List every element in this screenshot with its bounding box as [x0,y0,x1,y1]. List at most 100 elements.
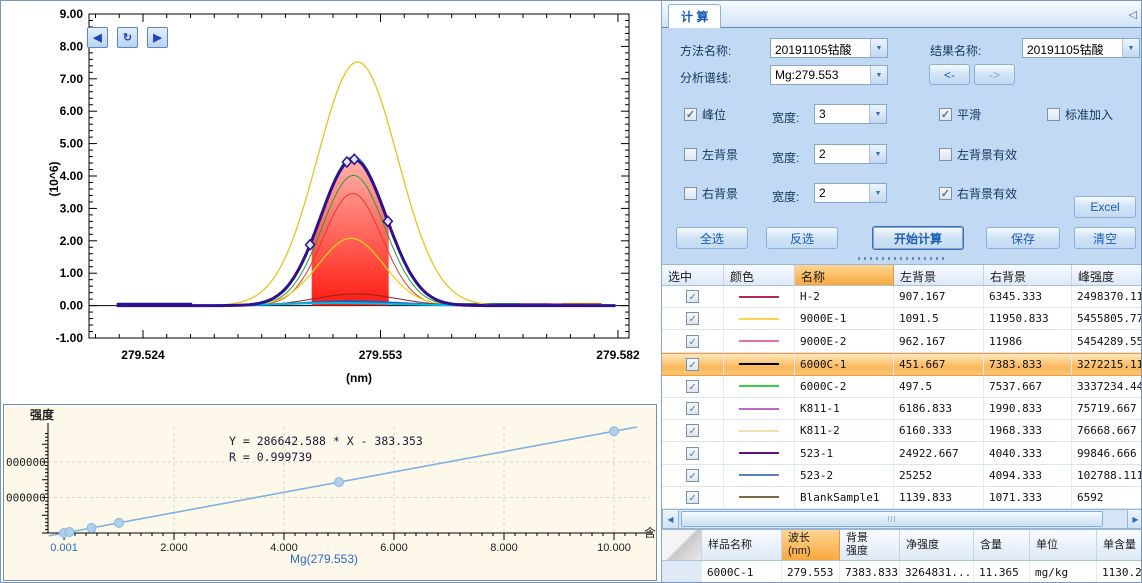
standard-addition-checkbox[interactable]: 标准加入 [1047,106,1113,123]
table-row[interactable]: ✓K811-16186.8331990.83375719.667 [662,398,1142,420]
method-name-value: 20191105钴酸 [771,39,870,57]
analysis-line-label: 分析谱线: [680,69,731,86]
column-header-selected[interactable]: 选中 [662,265,724,286]
horizontal-scrollbar[interactable]: ◀ ▶ [662,509,1142,529]
column-header-intensity[interactable]: 峰强度 [1072,265,1142,286]
result-column-header[interactable]: 背景强度 [840,530,900,561]
spectra-chart-panel: 9.008.007.006.005.004.003.002.001.000.00… [1,1,661,402]
intensity-cell: 5454289.556 [1072,330,1142,351]
scroll-left-icon[interactable]: ◀ [663,510,679,528]
chevron-down-icon[interactable]: ▼ [870,39,887,57]
refresh-icon: ↻ [123,31,132,44]
calibration-chart[interactable]: 0000000000000.0012.0004.0006.0008.00010.… [4,405,656,580]
chevron-down-icon[interactable]: ▼ [870,66,887,84]
result-column-header[interactable]: 含量 [974,530,1030,561]
chart-prev-button[interactable]: ◀ [87,27,108,48]
scrollbar-thumb[interactable] [681,511,1103,527]
series-color-cell [724,376,795,397]
splitter-handle[interactable] [662,253,1142,264]
next-line-button[interactable]: -> [974,64,1015,85]
column-header-right-bg[interactable]: 右背景 [984,265,1072,286]
result-column-header[interactable]: 单含量 [1097,530,1142,561]
peak-position-checkbox[interactable]: ✓ 峰位 [684,106,726,123]
result-cell: 3264831... [900,561,974,583]
start-calculation-button[interactable]: 开始计算 [872,226,964,250]
collapse-panel-icon[interactable]: ◁ [1129,8,1137,21]
column-header-color[interactable]: 颜色 [724,265,795,286]
column-header-name[interactable]: 名称 [795,265,894,286]
checkbox-box [684,148,697,161]
svg-text:-1.00: -1.00 [56,331,84,345]
result-column-header[interactable]: 样品名称 [702,530,782,561]
left-background-checkbox[interactable]: 左背景 [684,146,738,163]
checkbox-label: 标准加入 [1065,106,1113,123]
tab-calculate[interactable]: 计 算 [668,4,721,28]
svg-text:0.001: 0.001 [50,542,78,554]
invert-selection-button[interactable]: 反选 [766,227,838,249]
table-row[interactable]: ✓9000E-2962.167119865454289.556 [662,330,1142,352]
clear-button[interactable]: 清空 [1074,227,1136,249]
result-table-row[interactable]: 6000C-1279.5537383.8333264831...11.365mg… [662,561,1142,583]
result-column-header[interactable]: 单位 [1030,530,1097,561]
right-width-select[interactable]: 2 ▼ [814,183,887,203]
chart-next-button[interactable]: ▶ [147,27,168,48]
right-background-valid-checkbox[interactable]: ✓ 右背景有效 [939,185,1017,202]
svg-text:0.00: 0.00 [60,299,84,313]
excel-button[interactable]: Excel [1074,196,1136,218]
result-name-select[interactable]: 20191105钴酸 ▼ [1022,38,1140,58]
table-row[interactable]: ✓6000C-2497.57537.6673337234.444 [662,376,1142,398]
table-row[interactable]: ✓6000C-1451.6677383.8333272215.111 [662,353,1142,376]
tab-bar: 计 算 ◁ [662,1,1142,28]
select-all-button[interactable]: 全选 [676,227,748,249]
svg-text:10.000: 10.000 [597,542,631,554]
table-row[interactable]: ✓BlankSample11139.8331071.3336592 [662,487,1142,509]
table-row[interactable]: ✓K811-26160.3331968.33376668.667 [662,420,1142,442]
right-bg-cell: 1990.833 [984,398,1072,419]
chevron-down-icon[interactable]: ▼ [869,145,886,163]
row-checkbox[interactable]: ✓ [686,380,699,393]
column-header-left-bg[interactable]: 左背景 [894,265,984,286]
series-color-cell [724,308,795,329]
calibration-point [65,527,74,536]
row-checkbox[interactable]: ✓ [686,290,699,303]
analysis-line-select[interactable]: Mg:279.553 ▼ [770,65,888,85]
peak-table-body: ✓H-2907.1676345.3332498370.111✓9000E-110… [662,286,1142,509]
method-name-select[interactable]: 20191105钴酸 ▼ [770,38,888,58]
intensity-cell: 3272215.111 [1072,354,1142,375]
checkbox-box [1047,108,1060,121]
scrollbar-track[interactable] [679,510,1127,528]
table-row[interactable]: ✓523-124922.6674040.33399846.666 [662,442,1142,464]
series-color-cell [724,420,795,441]
left-bg-cell: 451.667 [894,354,984,375]
table-row[interactable]: ✓523-2252524094.333102788.111 [662,465,1142,487]
prev-line-button[interactable]: <- [929,64,970,85]
select-all-corner[interactable] [662,530,702,561]
peak-width-select[interactable]: 3 ▼ [814,104,887,124]
row-checkbox[interactable]: ✓ [686,312,699,325]
row-checkbox[interactable]: ✓ [686,447,699,460]
chevron-down-icon[interactable]: ▼ [1122,39,1139,57]
checkbox-box: ✓ [684,108,697,121]
result-column-header[interactable]: 净强度 [900,530,974,561]
row-selector-cell[interactable] [662,561,702,583]
row-checkbox[interactable]: ✓ [686,358,699,371]
chevron-down-icon[interactable]: ▼ [869,184,886,202]
table-row[interactable]: ✓9000E-11091.511950.8335455805.778 [662,308,1142,330]
chevron-down-icon[interactable]: ▼ [869,105,886,123]
chart-refresh-button[interactable]: ↻ [117,27,138,48]
save-button[interactable]: 保存 [986,227,1060,249]
row-checkbox[interactable]: ✓ [686,424,699,437]
row-checkbox[interactable]: ✓ [686,335,699,348]
row-checkbox[interactable]: ✓ [686,491,699,504]
table-row[interactable]: ✓H-2907.1676345.3332498370.111 [662,286,1142,308]
row-checkbox[interactable]: ✓ [686,469,699,482]
smooth-checkbox[interactable]: ✓ 平滑 [939,106,981,123]
result-column-header[interactable]: 波长(nm) [782,530,840,561]
left-background-valid-checkbox[interactable]: 左背景有效 [939,146,1017,163]
right-background-checkbox[interactable]: 右背景 [684,185,738,202]
spectra-chart[interactable]: 9.008.007.006.005.004.003.002.001.000.00… [1,1,661,402]
scroll-right-icon[interactable]: ▶ [1127,510,1142,528]
checkbox-box [684,187,697,200]
row-checkbox[interactable]: ✓ [686,402,699,415]
left-width-select[interactable]: 2 ▼ [814,144,887,164]
